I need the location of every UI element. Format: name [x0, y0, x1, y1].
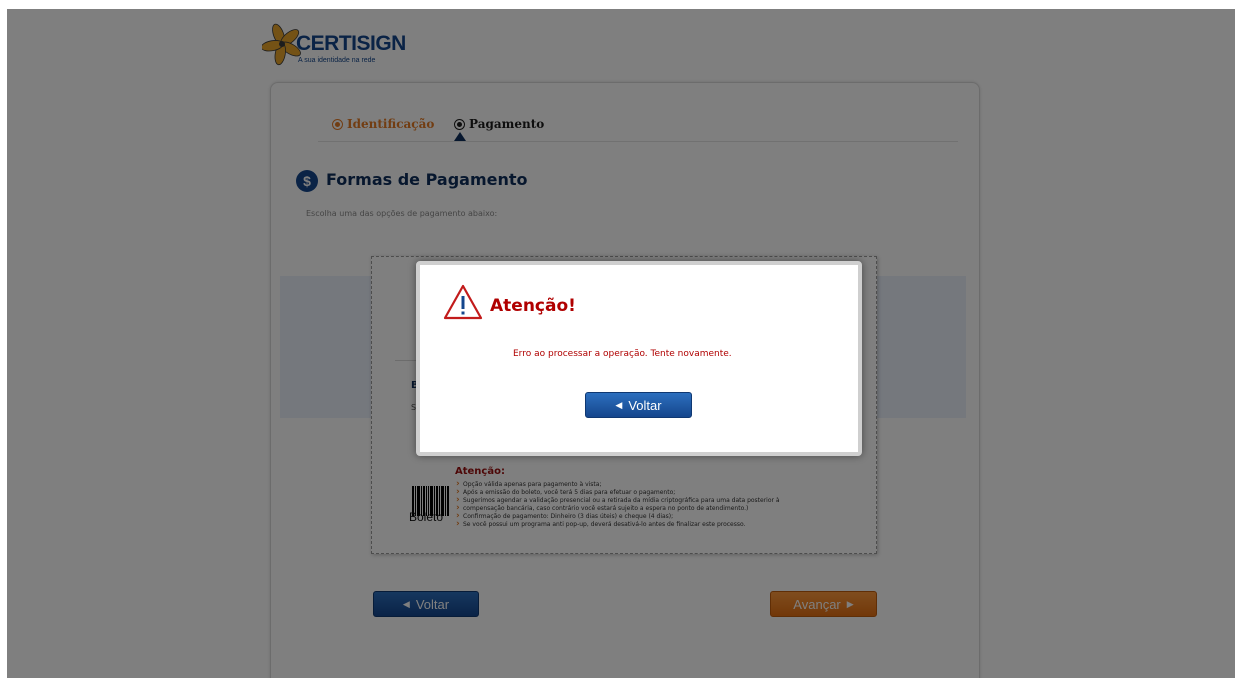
- screen-left-edge: [0, 0, 7, 678]
- chevron-left-icon: ◀: [615, 399, 623, 410]
- warning-triangle-icon: [443, 284, 483, 320]
- modal-message: Erro ao processar a operação. Tente nova…: [513, 349, 732, 359]
- screen-right-edge: [1235, 0, 1242, 678]
- screen-top-edge: [0, 0, 1242, 9]
- modal-title: Atenção!: [490, 296, 576, 316]
- modal-back-button-label: Voltar: [628, 397, 662, 413]
- modal-back-button[interactable]: ◀ Voltar: [585, 392, 692, 418]
